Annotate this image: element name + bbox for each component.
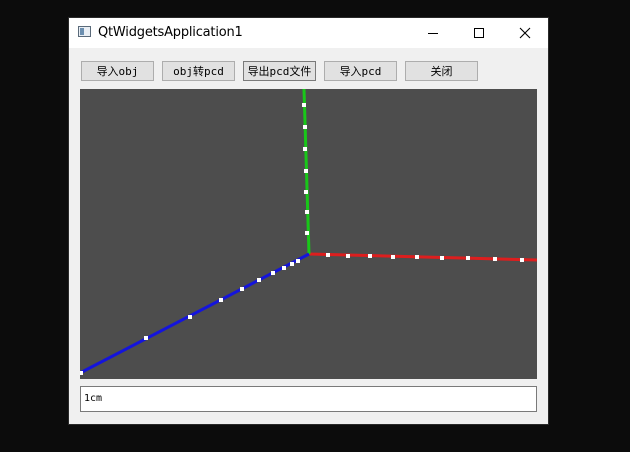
close-icon [519,27,531,39]
x-axis-tick [520,258,524,262]
z-axis-tick [271,271,275,275]
app-window: QtWidgetsApplication1 导入obj obj转pcd 导出pc… [69,18,548,424]
x-axis-tick [391,255,395,259]
x-axis-tick [368,254,372,258]
x-axis-tick [346,254,350,258]
minimize-button[interactable] [410,18,456,48]
close-app-button[interactable]: 关闭 [405,61,478,81]
import-pcd-button[interactable]: 导入pcd [324,61,397,81]
scale-readout[interactable]: 1cm [80,386,537,412]
x-axis-tick [493,257,497,261]
maximize-icon [474,28,484,38]
y-axis-tick [305,210,309,214]
y-axis-tick [304,169,308,173]
import-obj-button[interactable]: 导入obj [81,61,154,81]
y-axis-tick [303,147,307,151]
z-axis-tick [290,262,294,266]
x-axis-tick [415,255,419,259]
x-axis-tick [466,256,470,260]
z-axis-tick [144,336,148,340]
minimize-icon [428,32,438,34]
y-axis-tick [303,125,307,129]
maximize-button[interactable] [456,18,502,48]
window-title: QtWidgetsApplication1 [98,25,243,40]
export-pcd-button[interactable]: 导出pcd文件 [243,61,316,81]
app-window-icon [78,26,91,37]
obj-to-pcd-button[interactable]: obj转pcd [162,61,235,81]
x-axis-line [308,252,537,262]
z-axis-tick [296,259,300,263]
z-axis-tick [188,315,192,319]
z-axis-tick [240,287,244,291]
z-axis-tick [257,278,261,282]
y-axis-tick [302,103,306,107]
title-bar[interactable]: QtWidgetsApplication1 [69,18,548,48]
close-window-button[interactable] [502,18,548,48]
y-axis-tick [305,231,309,235]
x-axis-tick [440,256,444,260]
z-axis-tick [80,371,83,375]
3d-viewport[interactable] [80,89,537,379]
z-axis-tick [219,298,223,302]
x-axis-tick [326,253,330,257]
z-axis-tick [282,266,286,270]
axes-canvas [80,89,537,375]
y-axis-tick [304,190,308,194]
